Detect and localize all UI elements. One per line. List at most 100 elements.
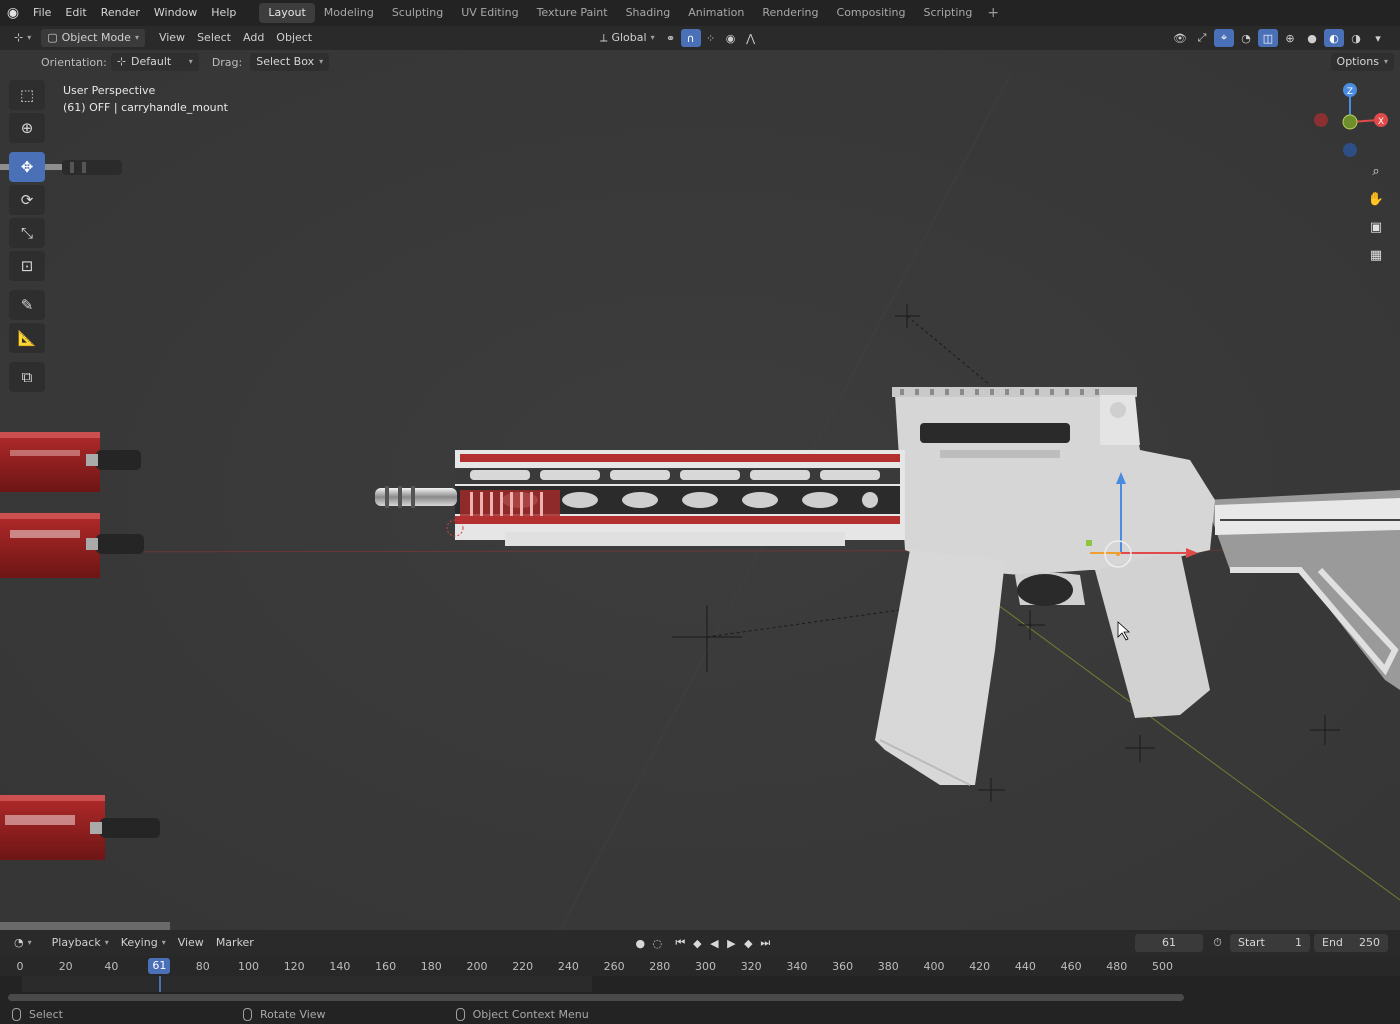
3d-viewport[interactable]: Z X ⌕ ✋ ▣ ▦ (0, 50, 1400, 930)
tab-sculpting[interactable]: Sculpting (383, 3, 452, 23)
record-icon[interactable]: ● (632, 934, 649, 952)
gizmo-neg-z-axis[interactable] (1343, 143, 1357, 157)
camera-icon[interactable]: ▣ (1364, 215, 1388, 239)
menu-render[interactable]: Render (94, 0, 147, 26)
annotate-tool[interactable]: ✎ (9, 290, 45, 320)
timeline-tick-label: 400 (923, 960, 945, 973)
tab-animation[interactable]: Animation (679, 3, 753, 23)
play-reverse-icon[interactable]: ◀ (706, 934, 723, 952)
current-frame-field[interactable]: 61 (1135, 934, 1203, 952)
editor-type-button[interactable]: ⊹ ▾ (8, 29, 37, 47)
gizmo-icon[interactable]: ⌖ (1214, 29, 1234, 47)
falloff-curve-icon[interactable]: ⋀ (741, 29, 761, 47)
orientation-dropdown[interactable]: ⊹ Default ▾ (110, 53, 199, 71)
tab-scripting[interactable]: Scripting (914, 3, 981, 23)
drag-dropdown[interactable]: Select Box ▾ (250, 53, 330, 71)
rendered-shading-icon[interactable]: ◑ (1346, 29, 1366, 47)
add-cube-tool[interactable]: ⧉ (9, 362, 45, 392)
menu-window[interactable]: Window (147, 0, 204, 26)
tab-texture-paint[interactable]: Texture Paint (528, 3, 617, 23)
wireframe-shading-icon[interactable]: ⊕ (1280, 29, 1300, 47)
tab-rendering[interactable]: Rendering (753, 3, 827, 23)
timeline-scrollbar[interactable] (8, 994, 1184, 1001)
timeline-track[interactable] (0, 976, 1400, 1004)
auto-key-icon[interactable]: ◌ (649, 934, 666, 952)
start-frame-field[interactable]: Start 1 (1230, 934, 1310, 952)
xray-icon[interactable]: ◫ (1258, 29, 1278, 47)
timeline-tick-label: 40 (104, 960, 119, 973)
scale-tool[interactable]: ⤡ (9, 218, 45, 248)
tool-settings-bar: Orientation: ⊹ Default ▾ Drag: Select Bo… (0, 50, 1400, 74)
menu-help[interactable]: Help (204, 0, 243, 26)
chevron-down-icon: ▾ (188, 57, 193, 66)
cursor-tool[interactable]: ⊕ (9, 113, 45, 143)
jump-end-icon[interactable]: ⏭ (757, 934, 774, 952)
zoom-icon[interactable]: ⌕ (1364, 159, 1388, 183)
overlays-icon[interactable]: ◔ (1236, 29, 1256, 47)
pan-hand-icon[interactable]: ✋ (1364, 187, 1388, 211)
mode-label: Object Mode (61, 31, 131, 44)
rotate-tool[interactable]: ⟳ (9, 185, 45, 215)
stopwatch-icon[interactable]: ⏱ (1209, 934, 1226, 952)
gizmo-y-axis[interactable] (1342, 114, 1358, 130)
tab-shading[interactable]: Shading (617, 3, 680, 23)
status-context-label: Object Context Menu (472, 1007, 589, 1021)
prev-keyframe-icon[interactable]: ◆ (689, 934, 706, 952)
menu-edit[interactable]: Edit (58, 0, 93, 26)
transform-tool[interactable]: ⊡ (9, 251, 45, 281)
navigation-gizmo[interactable]: Z X (1305, 80, 1395, 160)
menu-file[interactable]: File (26, 0, 58, 26)
clock-icon: ◔ (14, 936, 24, 949)
grid-view-icon[interactable]: ▦ (1364, 243, 1388, 267)
timeline-editor-type-button[interactable]: ◔ ▾ (8, 934, 38, 952)
menu-object[interactable]: Object (270, 29, 318, 47)
solid-shading-icon[interactable]: ● (1302, 29, 1322, 47)
playhead-line[interactable] (159, 976, 161, 992)
gizmo-neg-x-axis[interactable] (1314, 113, 1328, 127)
menu-select[interactable]: Select (191, 29, 237, 47)
tab-uv-editing[interactable]: UV Editing (452, 3, 527, 23)
measure-tool[interactable]: 📐 (9, 323, 45, 353)
add-workspace-button[interactable]: + (981, 5, 1005, 21)
tab-compositing[interactable]: Compositing (828, 3, 915, 23)
pivot-point-icon[interactable]: ⚭ (661, 29, 681, 47)
end-frame-field[interactable]: End 250 (1314, 934, 1388, 952)
orientation-value: Default (131, 55, 172, 68)
shading-options-icon[interactable]: ▾ (1368, 29, 1388, 47)
timeline-ruler[interactable]: 0 20 40 61 80 100 120 140 160 180 200 220 240 260 280 3… (0, 956, 1400, 976)
menu-playback[interactable]: Playback ▾ (46, 934, 115, 952)
current-frame-value: 61 (1162, 936, 1176, 949)
current-frame-marker[interactable]: 61 (148, 958, 171, 974)
play-icon[interactable]: ▶ (723, 934, 740, 952)
menu-view[interactable]: View (153, 29, 191, 47)
mode-dropdown[interactable]: ▢ Object Mode ▾ (41, 29, 145, 47)
jump-start-icon[interactable]: ⏮ (672, 934, 689, 952)
part-bottom-left (0, 922, 170, 930)
timeline-tick-label: 360 (832, 960, 854, 973)
gizmo-toggle-icon[interactable]: ⤢ (1192, 29, 1212, 47)
tab-layout[interactable]: Layout (259, 3, 315, 23)
select-box-tool[interactable]: ⬚ (9, 80, 45, 110)
move-tool[interactable]: ✥ (9, 152, 45, 182)
options-dropdown[interactable]: Options ▾ (1330, 53, 1394, 71)
material-shading-icon[interactable]: ◐ (1324, 29, 1344, 47)
transform-orientation-dropdown[interactable]: ⟂ Global ▾ (594, 29, 660, 47)
timeline-tick-label: 460 (1060, 960, 1082, 973)
snap-grid-icon[interactable]: ⁘ (701, 29, 721, 47)
tab-modeling[interactable]: Modeling (315, 3, 383, 23)
perspective-label: User Perspective (63, 84, 156, 97)
snap-magnet-icon[interactable]: ∩ (680, 29, 701, 47)
proportional-edit-icon[interactable]: ◉ (721, 29, 741, 47)
menu-marker[interactable]: Marker (210, 934, 260, 952)
menu-keying[interactable]: Keying ▾ (115, 934, 172, 952)
cursor-icon: ⊕ (20, 119, 34, 137)
menu-add[interactable]: Add (237, 29, 270, 47)
next-keyframe-icon[interactable]: ◆ (740, 934, 757, 952)
object-mode-icon: ▢ (47, 31, 58, 44)
blender-logo-icon[interactable]: ◉ (0, 0, 26, 26)
orientation-axes-icon: ⟂ (600, 31, 608, 44)
visibility-eye-icon[interactable]: 👁 (1170, 29, 1190, 47)
end-value: 250 (1359, 936, 1380, 949)
timeline-tick-label: 440 (1014, 960, 1036, 973)
menu-timeline-view[interactable]: View (172, 934, 210, 952)
